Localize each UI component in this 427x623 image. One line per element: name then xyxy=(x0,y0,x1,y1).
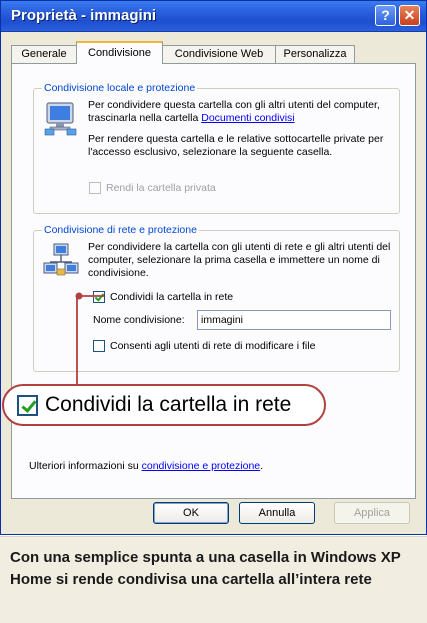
tab-personalizza[interactable]: Personalizza xyxy=(275,45,355,63)
private-folder-text: Per rendere questa cartella e le relativ… xyxy=(88,133,384,158)
ok-button[interactable]: OK xyxy=(153,502,229,524)
more-info-prefix: Ulteriori informazioni su xyxy=(29,460,139,472)
apply-button[interactable]: Applica xyxy=(334,502,410,524)
cancel-button[interactable]: Annulla xyxy=(239,502,315,524)
allow-modify-checkbox[interactable] xyxy=(93,340,105,352)
article-caption: Con una semplice spunta a una casella in… xyxy=(0,536,427,623)
close-button[interactable]: ✕ xyxy=(399,5,420,26)
local-sharing-group: Condivisione locale e protezione Per con… xyxy=(33,82,400,214)
network-sharing-legend: Condivisione di rete e protezione xyxy=(42,224,199,236)
tab-condivisione-web[interactable]: Condivisione Web xyxy=(162,45,276,63)
callout-checkbox xyxy=(17,395,38,416)
more-info-suffix: . xyxy=(260,460,264,472)
local-sharing-text: Per condividere questa cartella con gli … xyxy=(88,99,394,125)
tab-condivisione[interactable]: Condivisione xyxy=(76,41,163,64)
zoom-callout: Condividi la cartella in rete xyxy=(2,384,326,426)
local-sharing-legend: Condivisione locale e protezione xyxy=(42,82,198,94)
more-info-text: Ulteriori informazioni su condivisione e… xyxy=(29,460,263,473)
window-title: Proprietà - immagini xyxy=(11,7,157,24)
network-sharing-text: Per condividere la cartella con gli uten… xyxy=(88,241,391,279)
private-folder-label: Rendi la cartella privata xyxy=(106,182,216,194)
network-computers-icon xyxy=(43,243,79,276)
close-icon: ✕ xyxy=(403,7,416,23)
caption-text: Con una semplice spunta a una casella in… xyxy=(10,549,401,588)
sharing-security-link[interactable]: condivisione e protezione xyxy=(142,460,261,472)
callout-label: Condividi la cartella in rete xyxy=(45,393,292,416)
help-button[interactable]: ? xyxy=(375,5,396,26)
share-folder-label: Condividi la cartella in rete xyxy=(110,291,234,303)
help-icon: ? xyxy=(381,7,390,23)
tab-panel-condivisione: Condivisione locale e protezione Per con… xyxy=(11,63,416,499)
share-name-label: Nome condivisione: xyxy=(93,314,185,326)
share-name-input[interactable]: immagini xyxy=(197,310,391,330)
private-folder-checkbox[interactable] xyxy=(89,182,101,194)
tab-generale[interactable]: Generale xyxy=(11,45,77,63)
title-bar[interactable]: Proprietà - immagini ? ✕ xyxy=(1,1,426,32)
network-sharing-group: Condivisione di rete e protezione Per co… xyxy=(33,224,400,372)
computer-sharing-icon xyxy=(44,102,77,136)
allow-modify-label: Consenti agli utenti di rete di modifica… xyxy=(110,340,316,352)
shared-documents-link[interactable]: Documenti condivisi xyxy=(201,112,294,124)
properties-window: Proprietà - immagini ? ✕ Generale Condiv… xyxy=(0,0,427,535)
share-folder-checkbox[interactable] xyxy=(93,291,105,303)
